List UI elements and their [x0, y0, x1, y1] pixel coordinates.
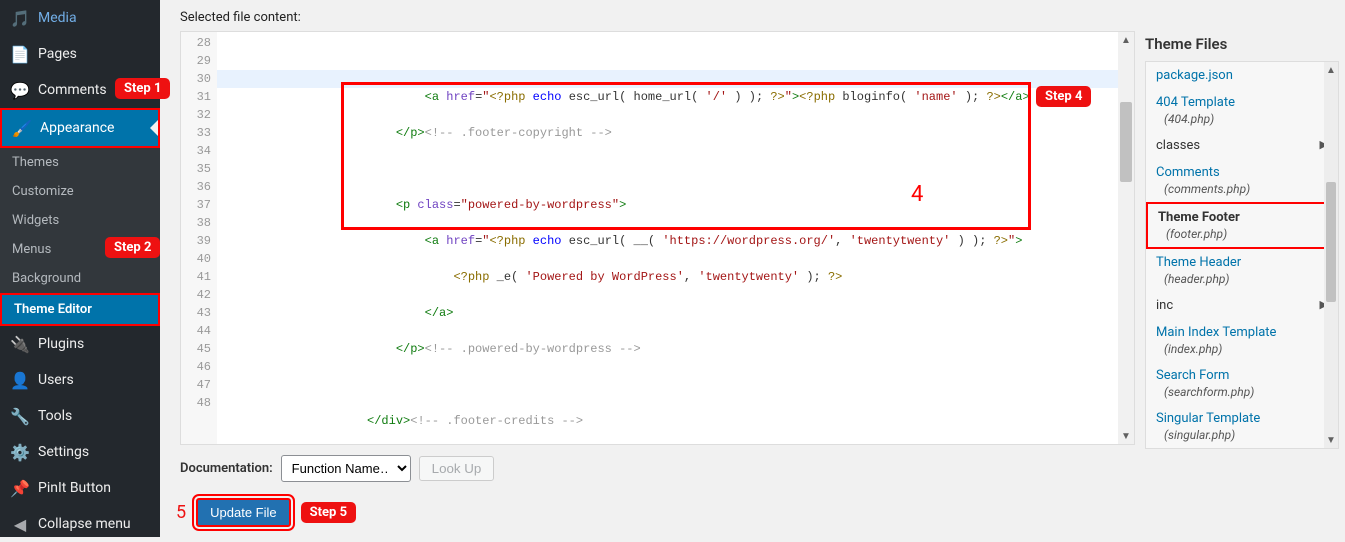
comments-icon: 💬	[10, 80, 30, 100]
sidebar-item-pinit[interactable]: 📌 PinIt Button	[0, 470, 160, 506]
scroll-up-icon[interactable]: ▲	[1118, 32, 1134, 48]
sidebar-item-appearance[interactable]: 🖌️ Appearance	[0, 108, 160, 148]
step-4-badge: Step 4	[1036, 86, 1091, 107]
selected-file-label: Selected file content:	[180, 10, 1345, 25]
sidebar-item-media[interactable]: 🎵 Media	[0, 0, 160, 36]
scroll-up-icon[interactable]: ▲	[1324, 62, 1338, 78]
pages-icon: 📄	[10, 44, 30, 64]
label: Users	[38, 372, 74, 388]
scroll-thumb[interactable]	[1120, 102, 1132, 182]
label: Pages	[38, 46, 77, 62]
doc-label: Documentation:	[180, 461, 273, 476]
tf-footer-file: (footer.php)	[1148, 227, 1336, 247]
tools-icon: 🔧	[10, 406, 30, 426]
code-editor[interactable]: 2829303132333435363738394041424344454647…	[180, 31, 1135, 445]
scroll-down-icon[interactable]: ▼	[1118, 428, 1134, 444]
plugins-icon: 🔌	[10, 334, 30, 354]
label: Plugins	[38, 336, 84, 352]
gutter: 2829303132333435363738394041424344454647…	[181, 32, 217, 444]
label: Media	[38, 10, 77, 26]
tf-footer-box: Theme Footer (footer.php)	[1146, 202, 1338, 249]
label: Tools	[38, 408, 72, 424]
sidebar-sub-themes[interactable]: Themes	[0, 148, 160, 177]
theme-files-title: Theme Files	[1145, 31, 1339, 61]
users-icon: 👤	[10, 370, 30, 390]
sidebar-sub-background[interactable]: Background	[0, 264, 160, 293]
sidebar-sub-customize[interactable]: Customize	[0, 177, 160, 206]
tf-classes[interactable]: classes▶	[1146, 132, 1338, 159]
label: Settings	[38, 444, 89, 460]
active-arrow-icon	[150, 120, 158, 136]
label: PinIt Button	[38, 480, 111, 496]
media-icon: 🎵	[10, 8, 30, 28]
tf-main-index-file: (index.php)	[1146, 342, 1338, 362]
highlight-number-5: 5	[176, 502, 186, 523]
tf-singular-file: (singular.php)	[1146, 428, 1338, 448]
sidebar-sub-theme-editor[interactable]: Theme Editor	[0, 293, 160, 326]
doc-bar: Documentation: Function Name… Look Up	[180, 445, 1345, 492]
code[interactable]: <a href="<?php echo esc_url( home_url( '…	[217, 32, 1134, 444]
tf-header-file: (header.php)	[1146, 272, 1338, 292]
theme-files-scrollbar[interactable]: ▲ ▼	[1324, 62, 1338, 448]
tf-inc[interactable]: inc▶	[1146, 292, 1338, 319]
step-2-badge: Step 2	[105, 237, 160, 258]
tf-comments-file: (comments.php)	[1146, 182, 1338, 202]
function-select[interactable]: Function Name…	[281, 455, 411, 482]
collapse-icon: ◀	[10, 514, 30, 534]
main: Selected file content: 28293031323334353…	[160, 0, 1345, 537]
tf-404-file: (404.php)	[1146, 112, 1338, 132]
step-5-badge: Step 5	[301, 502, 356, 523]
sidebar-item-plugins[interactable]: 🔌 Plugins	[0, 326, 160, 362]
sidebar-item-tools[interactable]: 🔧 Tools	[0, 398, 160, 434]
admin-sidebar: 🎵Media 📄Pages 💬Comments Step 1 🖌️Appeara…	[0, 0, 160, 537]
label: Comments	[38, 82, 107, 98]
sidebar-sub-widgets[interactable]: Widgets	[0, 206, 160, 235]
highlight-number-4: 4	[911, 182, 923, 207]
label: Appearance	[40, 120, 114, 136]
theme-files-panel: Theme Files package.json 404 Template (4…	[1135, 31, 1345, 445]
scroll-thumb[interactable]	[1326, 182, 1336, 302]
tf-search-file: (searchform.php)	[1146, 385, 1338, 405]
scroll-down-icon[interactable]: ▼	[1324, 432, 1338, 448]
update-file-button[interactable]: Update File	[196, 498, 290, 527]
tf-package[interactable]: package.json	[1146, 62, 1338, 89]
pinit-icon: 📌	[10, 478, 30, 498]
label: Collapse menu	[38, 516, 131, 532]
theme-files-list: package.json 404 Template (404.php) clas…	[1145, 61, 1339, 449]
update-row: 5 Update File Step 5	[180, 492, 1345, 527]
settings-icon: ⚙️	[10, 442, 30, 462]
editor-scrollbar[interactable]: ▲ ▼	[1118, 32, 1134, 444]
sidebar-item-users[interactable]: 👤 Users	[0, 362, 160, 398]
sidebar-item-settings[interactable]: ⚙️ Settings	[0, 434, 160, 470]
sidebar-item-pages[interactable]: 📄 Pages	[0, 36, 160, 72]
appearance-icon: 🖌️	[12, 118, 32, 138]
lookup-button[interactable]: Look Up	[419, 456, 495, 481]
